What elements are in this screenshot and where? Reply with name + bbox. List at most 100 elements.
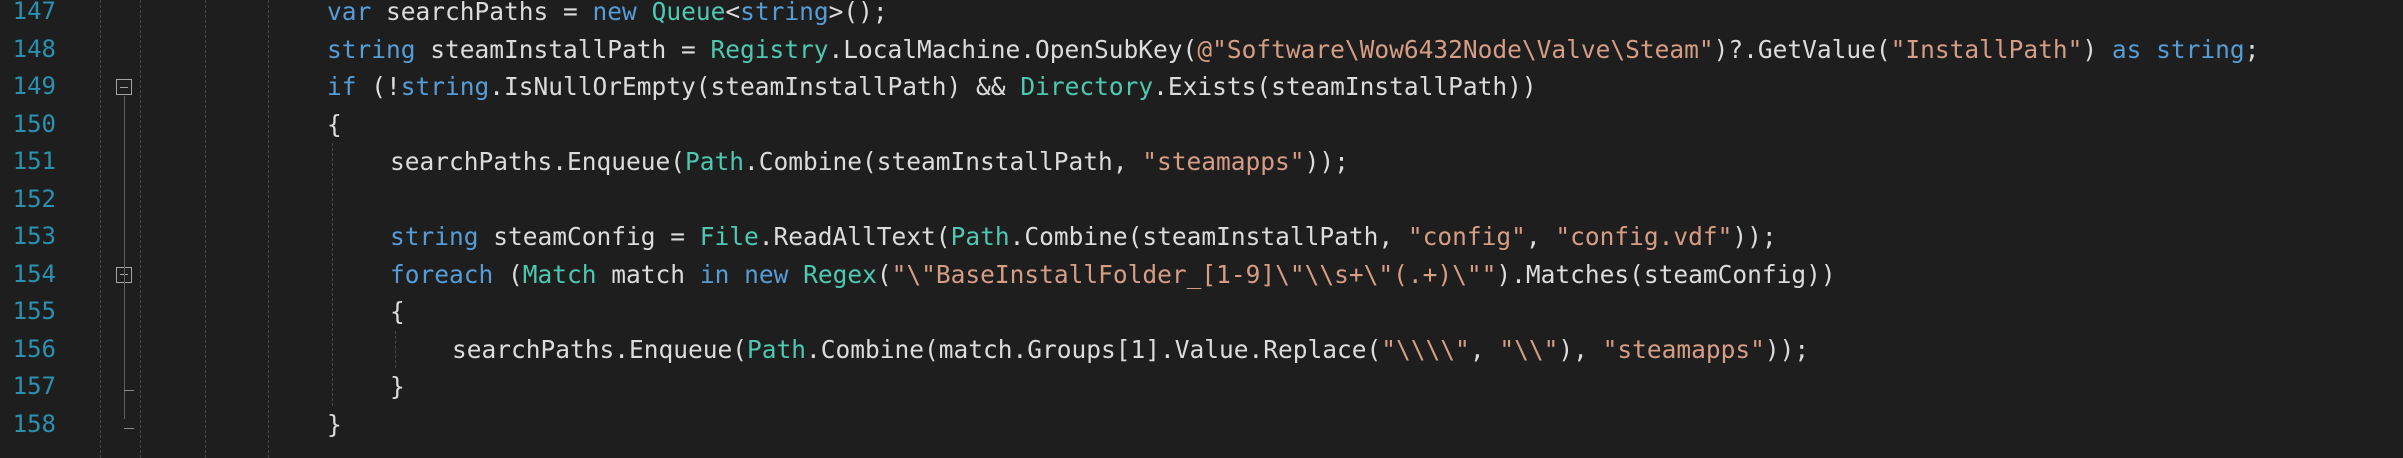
indent-guide — [100, 0, 101, 458]
code-line[interactable]: 148 string steamInstallPath = Registry.Lo… — [0, 31, 2403, 69]
line-number: 147 — [12, 0, 56, 25]
code-line[interactable]: 151 searchPaths.Enqueue(Path.Combine(stea… — [0, 143, 2403, 181]
code-token: )?.GetValue( — [1713, 34, 1891, 64]
code-line[interactable]: 149 if (!string.IsNullOrEmpty(steamInstal… — [0, 68, 2403, 106]
code-token: ), — [1558, 334, 1603, 364]
code-token: File — [699, 222, 759, 251]
code-line[interactable]: 156 searchPaths.Enqueue(Path.Combine(matc… — [0, 331, 2403, 369]
code-token: .Combine(steamInstallPath, — [1009, 222, 1408, 251]
line-number: 154 — [12, 259, 56, 288]
code-token: string — [390, 222, 479, 251]
code-token: Path — [685, 147, 745, 176]
outline-region-end — [124, 427, 134, 429]
outline-region-line — [124, 283, 125, 386]
code-line[interactable]: 157} — [0, 368, 2403, 406]
code-token: Regex — [803, 259, 877, 289]
code-token: "\"BaseInstallFolder_[1-9]\"\\s+\"(.+)\"… — [891, 259, 1497, 289]
line-number: 148 — [12, 34, 56, 63]
code-token: "InstallPath" — [1890, 34, 2083, 64]
code-token: .Combine(match.Groups[1].Value.Replace( — [806, 334, 1382, 364]
line-number: 151 — [12, 147, 56, 175]
code-token: "\\\\" — [1381, 334, 1470, 364]
code-line[interactable]: 153 string steamConfig = File.ReadAllText… — [0, 218, 2403, 256]
code-token: (! — [356, 72, 401, 101]
code-text[interactable]: { — [327, 106, 342, 144]
code-token: ; — [2244, 34, 2260, 64]
code-token: ) — [2082, 34, 2112, 64]
code-token: Match — [522, 259, 597, 289]
line-number: 157 — [12, 372, 56, 400]
code-token: foreach — [390, 259, 494, 289]
code-token: new — [592, 0, 637, 26]
line-number: 152 — [12, 184, 56, 213]
code-token: steamInstallPath = — [415, 34, 711, 64]
code-token: ( — [493, 259, 523, 289]
code-token: .Combine(steamInstallPath, — [744, 147, 1143, 176]
code-token: , — [1525, 222, 1556, 251]
code-token: { — [327, 109, 342, 139]
line-number: 150 — [12, 109, 56, 138]
code-text[interactable]: } — [390, 368, 405, 406]
line-number: 149 — [12, 72, 56, 100]
code-token: string — [327, 34, 416, 64]
code-line[interactable]: 154 foreach (Match match in new Regex("\"… — [0, 256, 2403, 294]
code-line[interactable]: 152 — [0, 181, 2403, 219]
code-token: ).Matches(steamConfig)) — [1496, 259, 1836, 289]
code-token: } — [390, 372, 405, 401]
code-text[interactable]: searchPaths.Enqueue(Path.Combine(match.G… — [452, 331, 1809, 369]
code-token: "steamapps" — [1142, 147, 1305, 176]
code-token: )); — [1732, 222, 1777, 251]
code-text[interactable]: } — [327, 406, 342, 444]
code-token: "config.vdf" — [1555, 222, 1733, 251]
code-token: .ReadAllText( — [758, 222, 951, 251]
code-token: < — [725, 0, 741, 26]
code-token: var — [327, 0, 372, 26]
code-token: Directory — [1020, 72, 1154, 101]
code-token: .Exists(steamInstallPath)) — [1153, 72, 1537, 101]
code-token: .IsNullOrEmpty(steamInstallPath) && — [489, 72, 1021, 101]
code-token: steamConfig = — [478, 222, 700, 251]
code-token: in — [699, 259, 730, 289]
line-number: 156 — [12, 334, 56, 363]
code-text[interactable]: string steamInstallPath = Registry.Local… — [327, 31, 2259, 69]
indent-guide — [205, 0, 206, 458]
code-text[interactable]: if (!string.IsNullOrEmpty(steamInstallPa… — [327, 68, 1537, 106]
code-token: )); — [1304, 147, 1349, 176]
line-number: 155 — [12, 297, 56, 325]
code-token: string — [400, 72, 490, 101]
code-token: searchPaths.Enqueue( — [390, 147, 686, 176]
code-token: .LocalMachine.OpenSubKey( — [828, 34, 1198, 64]
code-text[interactable]: foreach (Match match in new Regex("\"Bas… — [390, 256, 1836, 294]
code-token: Queue — [651, 0, 726, 26]
code-token: ( — [876, 259, 892, 289]
code-text[interactable]: string steamConfig = File.ReadAllText(Pa… — [390, 218, 1777, 256]
code-line[interactable]: 155 { — [0, 293, 2403, 331]
outline-region-end — [124, 390, 134, 391]
code-text[interactable]: var searchPaths = new Queue<string>(); — [327, 0, 888, 31]
indent-guide — [140, 0, 141, 458]
code-token: Path — [950, 222, 1010, 251]
line-number: 153 — [12, 222, 56, 250]
code-line[interactable]: 158} — [0, 406, 2403, 444]
code-token: , — [1469, 334, 1500, 364]
code-line[interactable]: 150 { — [0, 106, 2403, 144]
code-token: new — [744, 259, 789, 289]
code-text[interactable]: searchPaths.Enqueue(Path.Combine(steamIn… — [390, 143, 1349, 181]
code-token: "config" — [1407, 222, 1526, 251]
code-token: as — [2111, 34, 2142, 64]
code-token: string — [740, 0, 829, 26]
code-token: @"Software\Wow6432Node\Valve\Steam" — [1197, 34, 1714, 64]
brace-guide — [395, 330, 396, 368]
code-token: if — [327, 72, 357, 101]
code-token: searchPaths.Enqueue( — [452, 334, 748, 364]
code-editor[interactable]: 147 var searchPaths = new Queue<string>()… — [0, 0, 2403, 458]
brace-guide — [332, 143, 333, 406]
code-token: Registry — [710, 34, 829, 64]
code-token: >(); — [828, 0, 888, 26]
code-text[interactable]: { — [390, 293, 405, 331]
collapse-region-icon[interactable] — [116, 79, 132, 95]
code-line[interactable]: 147 var searchPaths = new Queue<string>()… — [0, 0, 2403, 31]
code-token: { — [390, 297, 405, 326]
